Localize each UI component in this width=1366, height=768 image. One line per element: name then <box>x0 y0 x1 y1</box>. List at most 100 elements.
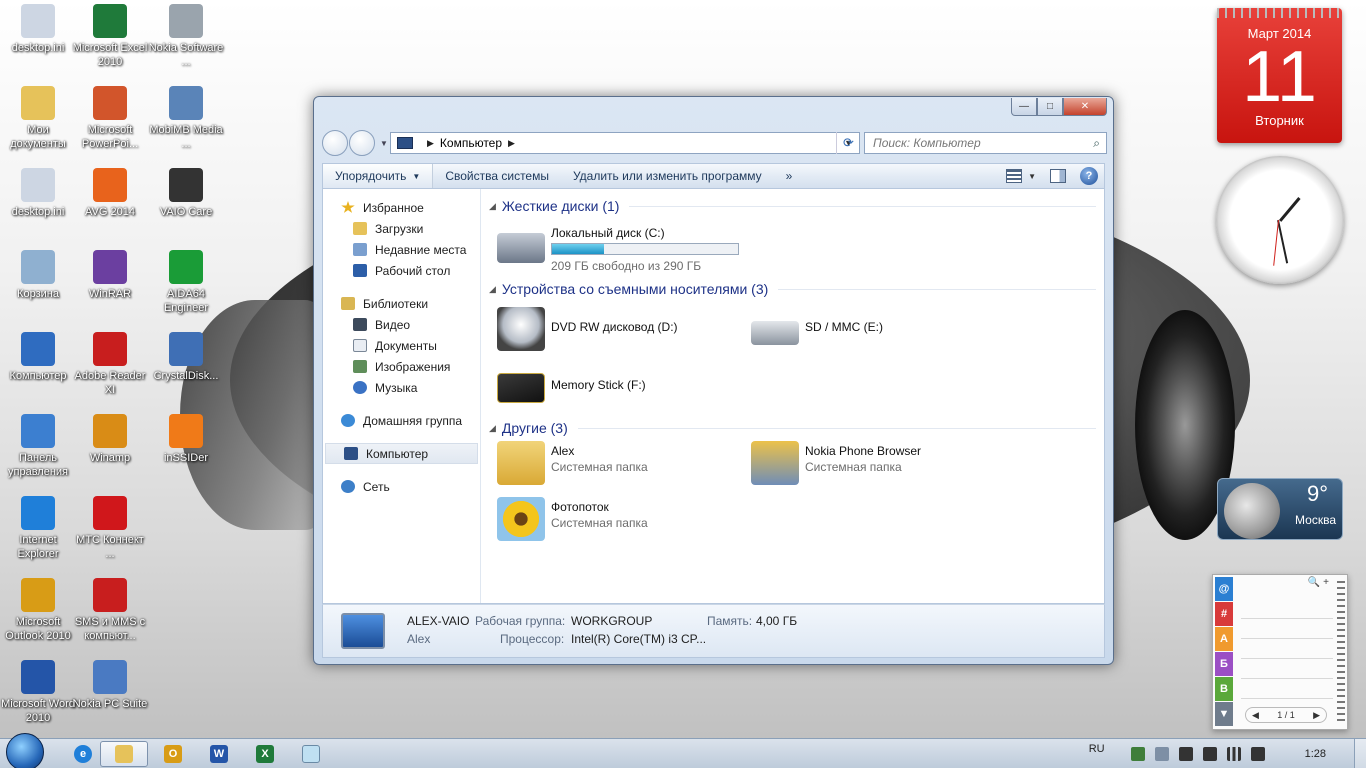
tab-v[interactable]: В <box>1215 677 1233 701</box>
refresh-button[interactable]: ⟳ <box>836 132 860 154</box>
clock-time[interactable]: 1:28 <box>1305 748 1326 760</box>
desktop-icon-label: Winamp <box>89 452 131 464</box>
desktop-icon-outlook[interactable]: Microsoft Outlook 2010 <box>0 574 76 643</box>
change-view-icon[interactable] <box>1006 169 1023 183</box>
desktop-icon-label: AVG 2014 <box>85 206 135 218</box>
next-page-icon[interactable]: ▶ <box>1313 710 1320 721</box>
weather-gadget[interactable]: 9° Москва <box>1217 478 1343 540</box>
other-item-alex[interactable]: Alex Системная папка <box>497 441 648 485</box>
nav-downloads[interactable]: Загрузки <box>323 218 480 239</box>
desktop-icon-adobe-reader[interactable]: Adobe Reader XI <box>72 328 148 397</box>
contacts-gadget[interactable]: @ # А Б В ▼ 🔍 + ◀ 1 / 1 ▶ <box>1212 574 1348 730</box>
nav-documents[interactable]: Документы <box>323 335 480 356</box>
collapse-triangle-icon[interactable]: ◢ <box>489 201 496 212</box>
action-center-flag-icon[interactable] <box>1178 747 1193 761</box>
desktop-icon-mobimb[interactable]: MobiMB Media ... <box>148 82 224 151</box>
tabs-scroll-down-icon[interactable]: ▼ <box>1215 702 1233 726</box>
back-button[interactable] <box>322 130 348 156</box>
desktop-icon-word[interactable]: Microsoft Word 2010 <box>0 656 76 725</box>
close-button[interactable]: ✕ <box>1063 98 1107 116</box>
nav-network[interactable]: Сеть <box>323 476 480 497</box>
group-header-other[interactable]: ◢ Другие (3) <box>489 417 1096 439</box>
breadcrumb-computer[interactable]: Компьютер <box>440 136 502 150</box>
desktop-icon-crystaldisk[interactable]: CrystalDisk... <box>148 328 224 383</box>
drive-d-dvd[interactable]: DVD RW дисковод (D:) <box>497 307 678 351</box>
breadcrumb-arrow-icon[interactable]: ▶ <box>508 138 515 149</box>
recent-pages-dropdown-icon[interactable]: ▼ <box>380 139 388 148</box>
desktop-icon-sms-mms[interactable]: SMS и MMS с компьют... <box>72 574 148 643</box>
minimize-button[interactable]: — <box>1011 98 1037 116</box>
search-icon[interactable]: ⌕ <box>1093 136 1100 151</box>
group-header-hard-drives[interactable]: ◢ Жесткие диски (1) <box>489 195 1096 217</box>
collapse-triangle-icon[interactable]: ◢ <box>489 284 496 295</box>
desktop-icon-mts-connect[interactable]: МТС Коннект ... <box>72 492 148 561</box>
prev-page-icon[interactable]: ◀ <box>1252 710 1259 721</box>
breadcrumb-arrow-icon[interactable]: ▶ <box>427 138 434 149</box>
desktop-icon-folder[interactable]: Мои документы <box>0 82 76 151</box>
clock-gadget[interactable] <box>1216 156 1344 284</box>
desktop-icon-excel[interactable]: Microsoft Excel 2010 <box>72 0 148 69</box>
network-adapter-icon[interactable] <box>1130 747 1145 761</box>
search-input[interactable]: Поиск: Компьютер ⌕ <box>864 132 1107 154</box>
nav-homegroup[interactable]: Домашняя группа <box>323 410 480 431</box>
system-properties-button[interactable]: Свойства системы <box>433 164 561 188</box>
desktop-icon-aida64[interactable]: AIDA64 Engineer <box>148 246 224 315</box>
taskbar-explorer[interactable] <box>100 741 148 767</box>
nav-favorites[interactable]: Избранное <box>323 197 480 218</box>
explorer-window[interactable]: — □ ✕ ▼ ▶ Компьютер ▶ ▼ ⟳ Поиск: Компьют… <box>313 96 1114 665</box>
desktop-icon-nokia-pc-suite[interactable]: Nokia PC Suite <box>72 656 148 711</box>
volume-icon[interactable] <box>1250 747 1265 761</box>
start-button[interactable] <box>6 733 44 768</box>
preview-pane-icon[interactable] <box>1050 169 1066 183</box>
nav-pictures[interactable]: Изображения <box>323 356 480 377</box>
drive-c[interactable]: Локальный диск (C:) 209 ГБ свободно из 2… <box>497 223 739 274</box>
show-hidden-icons-icon[interactable] <box>1154 747 1169 761</box>
wifi-signal-icon[interactable] <box>1226 747 1241 761</box>
tab-b[interactable]: Б <box>1215 652 1233 676</box>
more-commands-button[interactable]: » <box>774 164 805 188</box>
view-options-dropdown-icon[interactable]: ▼ <box>1028 172 1036 181</box>
uninstall-program-button[interactable]: Удалить или изменить программу <box>561 164 774 188</box>
language-indicator[interactable]: RU <box>1089 743 1105 755</box>
desktop-icon-inssider[interactable]: inSSIDer <box>148 410 224 465</box>
nav-libraries[interactable]: Библиотеки <box>323 293 480 314</box>
collapse-triangle-icon[interactable]: ◢ <box>489 423 496 434</box>
forward-button[interactable] <box>349 130 375 156</box>
homegroup-icon <box>341 414 355 427</box>
tab-a[interactable]: А <box>1215 627 1233 651</box>
tab-at[interactable]: @ <box>1215 577 1233 601</box>
calendar-gadget[interactable]: Март 2014 11 Вторник <box>1217 8 1342 143</box>
other-item-photostream[interactable]: Фотопоток Системная папка <box>497 497 648 541</box>
desktop-icon-recycle-bin[interactable]: Корзина <box>0 246 76 301</box>
desktop-icon-vaio-care[interactable]: VAIO Care <box>148 164 224 219</box>
organize-button[interactable]: Упорядочить ▼ <box>323 164 434 188</box>
help-icon[interactable]: ? <box>1080 167 1098 185</box>
show-desktop-button[interactable] <box>1354 739 1366 768</box>
network-icon <box>341 480 355 493</box>
nav-desktop[interactable]: Рабочий стол <box>323 260 480 281</box>
desktop-icon-winrar[interactable]: WinRAR <box>72 246 148 301</box>
desktop-icon-nokia-software[interactable]: Nokia Software ... <box>148 0 224 69</box>
nav-video[interactable]: Видео <box>323 314 480 335</box>
desktop-icon-avg[interactable]: AVG 2014 <box>72 164 148 219</box>
power-icon[interactable] <box>1202 747 1217 761</box>
desktop-icon-computer[interactable]: Компьютер <box>0 328 76 383</box>
desktop-icon-settings-file[interactable]: desktop.ini <box>0 0 76 55</box>
drive-f-memory-stick[interactable]: Memory Stick (F:) <box>497 365 646 403</box>
other-item-nokia-phone-browser[interactable]: Nokia Phone Browser Системная папка <box>751 441 921 485</box>
tab-hash[interactable]: # <box>1215 602 1233 626</box>
maximize-button[interactable]: □ <box>1037 98 1063 116</box>
nav-computer[interactable]: Компьютер <box>325 443 478 464</box>
drive-e-sd[interactable]: SD / MMC (E:) <box>751 307 883 345</box>
desktop-icon-powerpoint[interactable]: Microsoft PowerPoi... <box>72 82 148 151</box>
desktop-icon-internet-explorer[interactable]: Internet Explorer <box>0 492 76 561</box>
desktop-icon-control-panel[interactable]: Панель управления <box>0 410 76 479</box>
contacts-tools[interactable]: 🔍 + <box>1308 577 1329 588</box>
taskbar-notepad[interactable] <box>284 741 338 767</box>
address-bar[interactable]: ▶ Компьютер ▶ ▼ <box>390 132 860 154</box>
nav-recent-places[interactable]: Недавние места <box>323 239 480 260</box>
group-header-removable[interactable]: ◢ Устройства со съемными носителями (3) <box>489 278 1096 300</box>
desktop-icon-settings-file[interactable]: desktop.ini <box>0 164 76 219</box>
nav-music[interactable]: Музыка <box>323 377 480 398</box>
desktop-icon-winamp[interactable]: Winamp <box>72 410 148 465</box>
